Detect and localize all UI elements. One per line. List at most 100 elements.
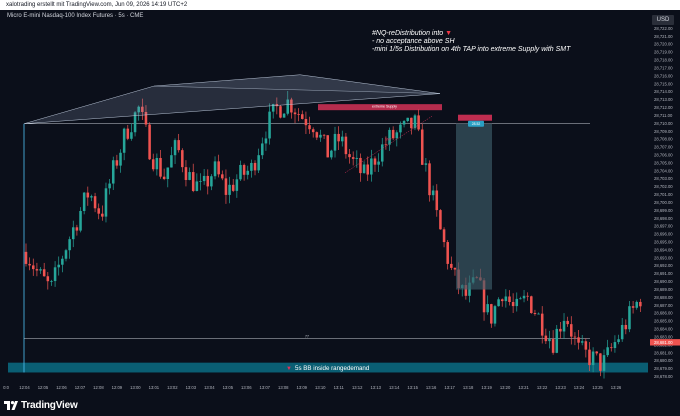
candle-body [595,351,599,354]
candle-body [181,150,184,168]
y-tick-label: 28,716.00 [654,73,673,78]
candle-body [257,155,260,171]
y-tick-label: 28,705.00 [654,160,673,165]
x-tick-label: 13:26 [611,385,622,390]
candle-body [500,299,504,302]
warning-icon: ▼ [286,366,292,372]
candle-body [384,144,388,146]
x-tick-label: 13:16 [426,385,437,390]
candle-body [446,242,449,264]
candle-body [166,167,170,180]
y-tick-label: 28,688.00 [654,295,673,300]
candle-body [373,158,377,165]
y-tick-label: 28,717.00 [654,65,673,70]
candle-body [195,181,199,191]
candle-body [326,135,330,158]
candle-body [508,296,511,303]
x-tick-label: 13:09 [297,385,308,390]
candle-body [399,124,402,133]
candle-body [228,184,231,195]
y-tick-label: 28,698.00 [654,216,673,221]
x-tick-label: 13:01 [149,385,160,390]
x-tick-label: 13:03 [186,385,197,390]
y-tick-label: 28,685.00 [654,319,673,324]
y-tick-label: 28,709.00 [654,129,673,134]
smt-label: SMT [385,137,392,141]
candle-body [159,157,162,177]
candle-body [635,301,639,308]
candle-body [340,136,344,142]
x-tick-label: 12:09 [112,385,123,390]
candle-body [620,324,624,340]
candle-body [519,298,522,300]
candle-body [42,269,46,277]
candle-body [97,208,100,214]
currency-button[interactable]: USD [652,15,674,25]
y-tick-label: 28,693.00 [654,255,673,260]
price-chart[interactable]: 28,723.0028,722.0028,721.0028,720.0028,7… [0,0,680,416]
x-tick-label: 13:15 [407,385,418,390]
y-tick-label: 28,706.00 [654,152,673,157]
candle-body [420,129,424,165]
candle-body [253,162,257,171]
candle-body [210,176,213,187]
candle-body [493,306,497,324]
x-tick-label: 13:12 [352,385,363,390]
annotation-line-2: - no acceptance above SH [372,38,455,45]
candle-body [170,155,173,168]
candle-body [562,320,566,332]
y-tick-label: 28,680.00 [654,358,673,363]
x-tick-label: 13:14 [389,385,400,390]
x-tick-label: 13:24 [574,385,585,390]
candle-body [453,267,457,270]
y-tick-label: 28,697.00 [654,224,673,229]
y-tick-label: 28,686.00 [654,311,673,316]
y-tick-label: 28,710.00 [654,121,673,126]
candle-body [537,313,540,315]
x-tick-label: 13:11 [334,385,345,390]
time-axis[interactable] [0,392,680,416]
candle-body [366,164,369,175]
candle-body [628,306,631,330]
x-tick-label: 13:04 [204,385,215,390]
candle-body [86,192,90,198]
candle-body [315,132,319,138]
candle-body [82,192,86,211]
candle-body [213,161,217,177]
y-tick-label: 28,701.00 [654,192,673,197]
candle-body [322,134,326,136]
candle-body [304,118,308,126]
y-tick-label: 28,689.00 [654,287,673,292]
candle-body [217,161,220,175]
y-tick-label: 28,700.00 [654,200,673,205]
candle-body [450,263,453,268]
candle-body [391,129,395,139]
candle-body [442,229,446,243]
candle-body [31,265,35,270]
candle-body [413,115,417,129]
tradingview-logo[interactable]: TradingView [4,398,94,412]
candle-body [155,157,159,170]
candle-body [79,210,82,231]
x-tick-label: 13:19 [481,385,492,390]
candle-body [293,112,297,115]
candle-body [639,301,642,307]
candle-body [584,341,588,350]
candle-body [591,351,595,366]
y-tick-label: 28,704.00 [654,168,673,173]
y-tick-label: 28,683.00 [654,334,673,339]
x-tick-label: 13:08 [278,385,289,390]
y-tick-label: 28,678.00 [654,374,673,379]
tradingview-logo-icon [4,400,18,410]
annotation-line-3: -mini 1/5s Distribution on 4th TAP into … [372,46,571,53]
candle-body [224,178,228,195]
candle-body [559,328,562,332]
candle-body [504,296,508,302]
candle-body [264,138,268,144]
x-tick-label: 13:07 [260,385,271,390]
candle-body [279,106,282,118]
x-tick-label: 13:21 [518,385,529,390]
candle-body [580,341,584,343]
y-tick-label: 28,692.00 [654,263,673,268]
candle-body [566,320,569,325]
